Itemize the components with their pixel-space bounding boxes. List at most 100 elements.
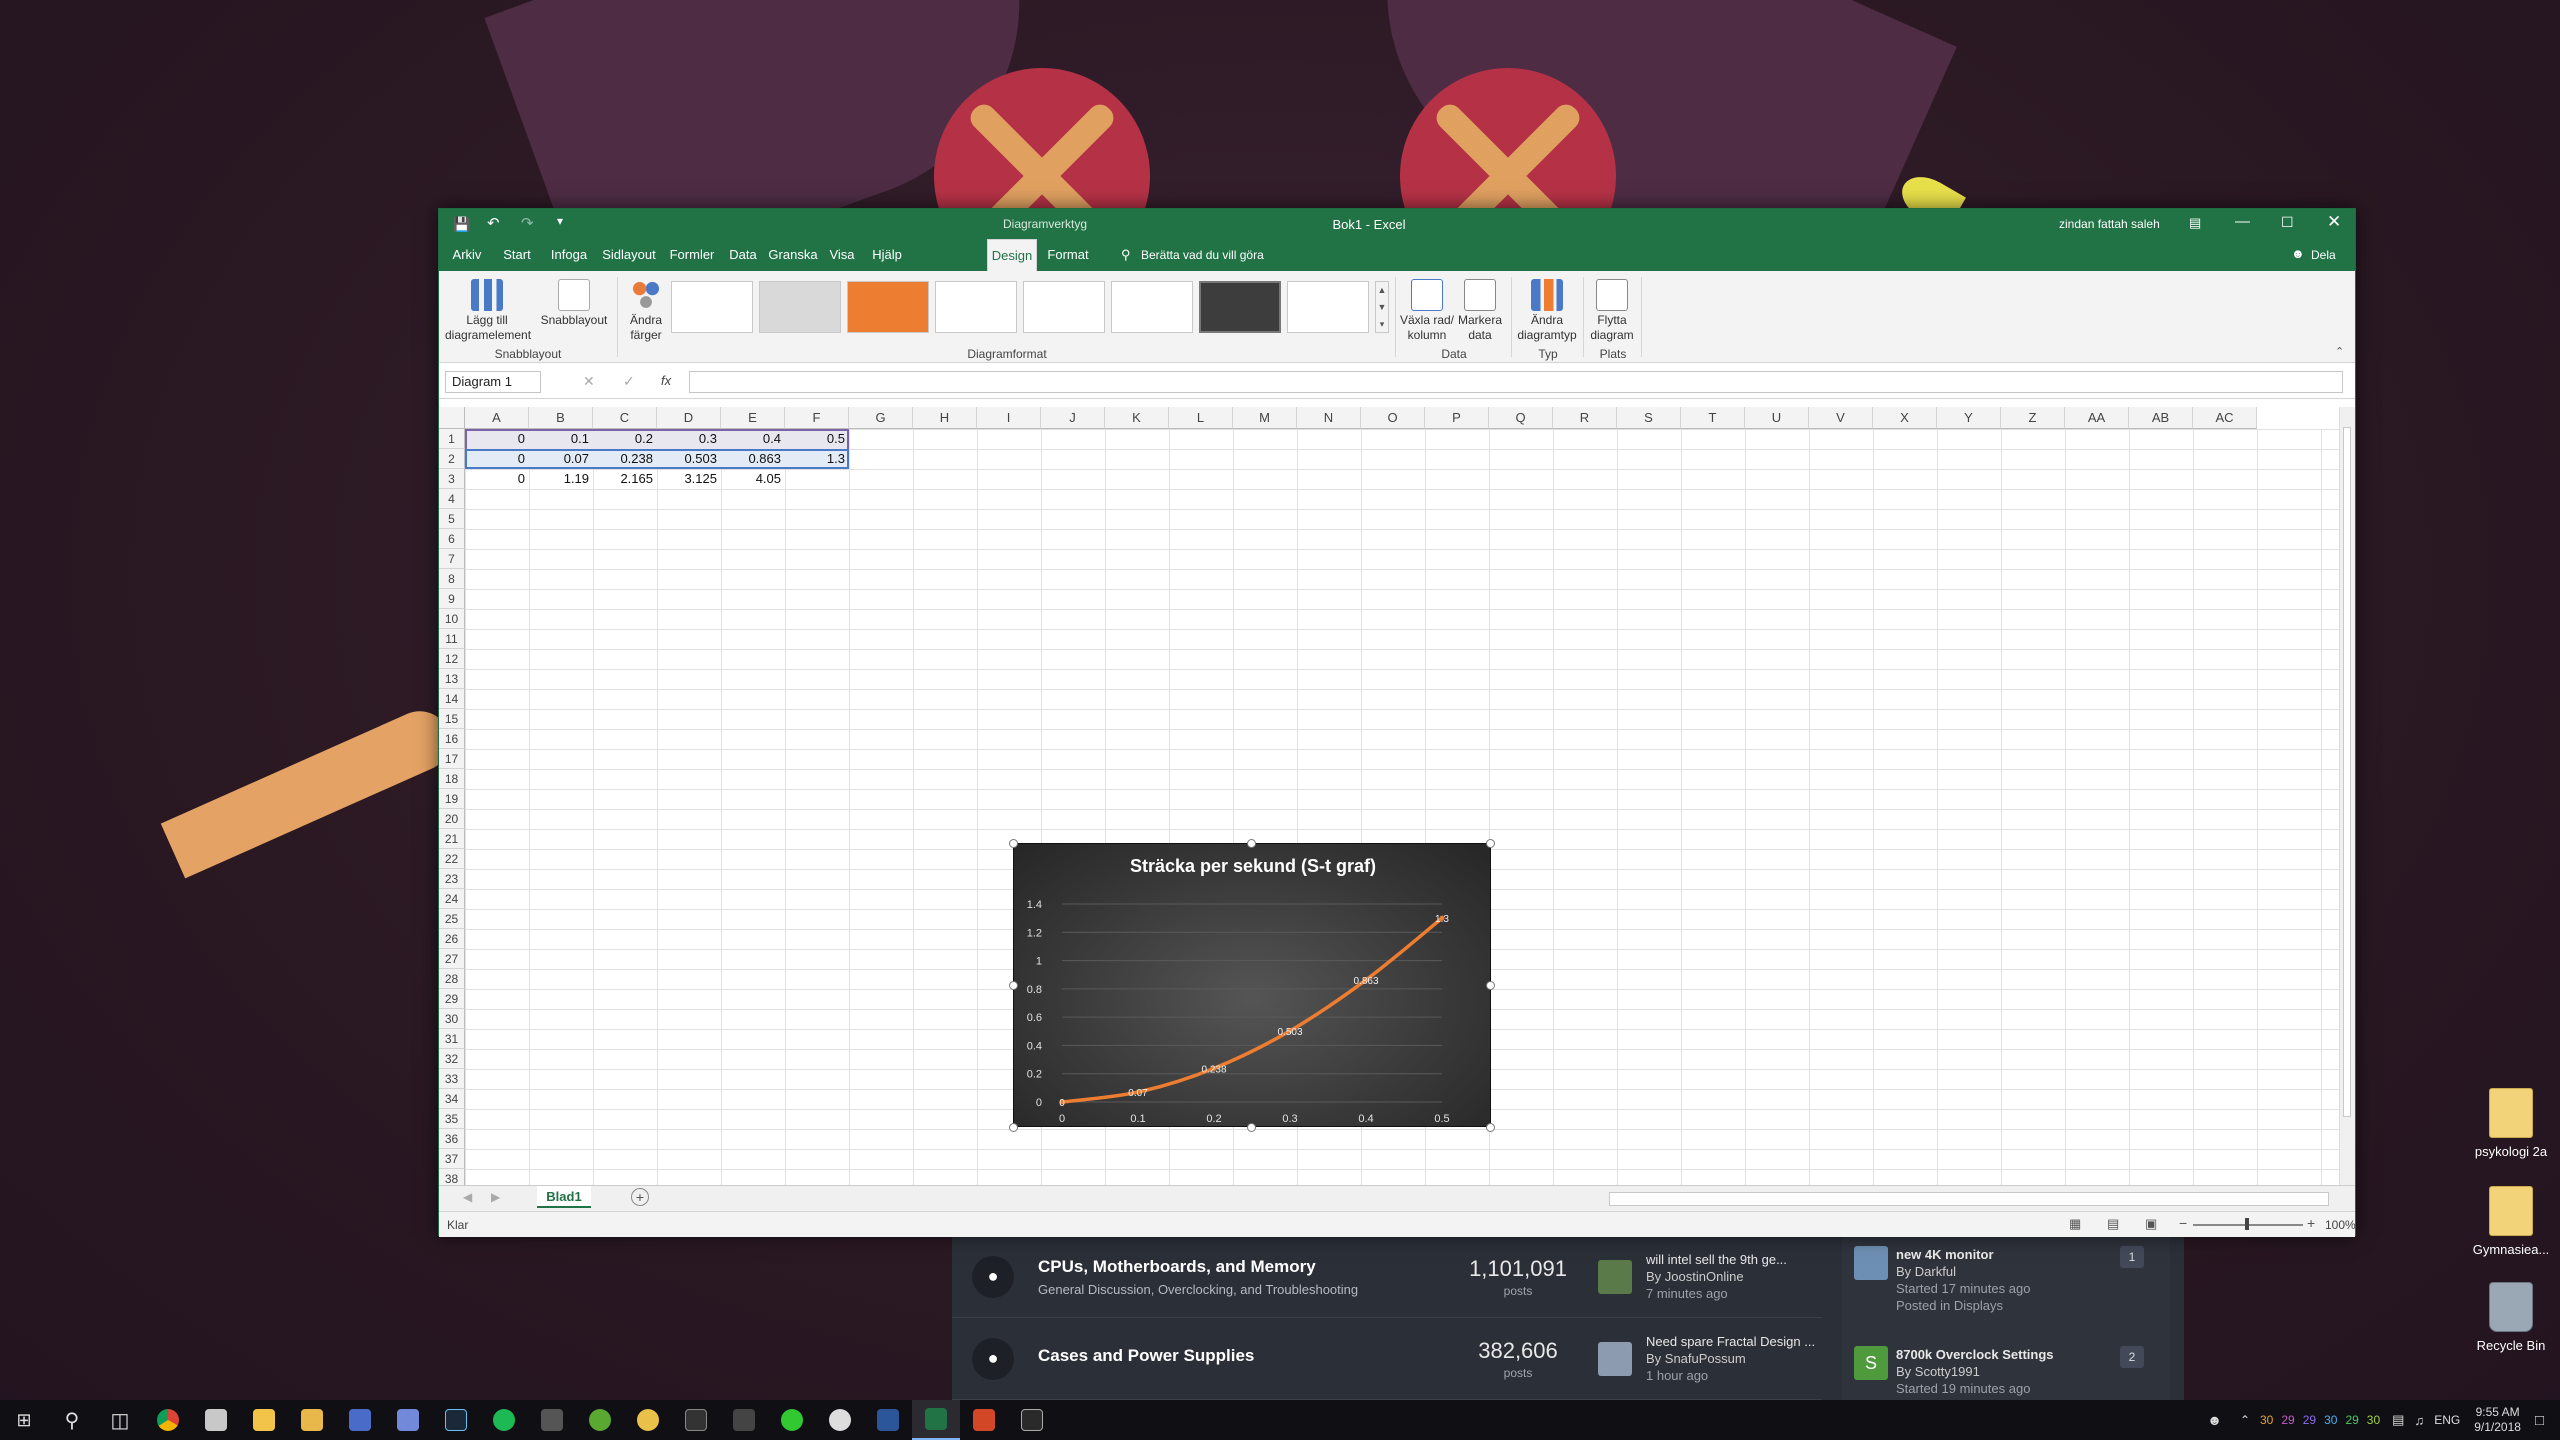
row-header[interactable]: 9 xyxy=(439,589,465,609)
row-header[interactable]: 4 xyxy=(439,489,465,509)
column-header[interactable]: S xyxy=(1617,407,1681,429)
column-header[interactable]: P xyxy=(1425,407,1489,429)
page-break-view-icon[interactable]: ▣ xyxy=(2145,1216,2157,1232)
taskbar-excel[interactable] xyxy=(912,1400,960,1440)
taskbar-app[interactable] xyxy=(816,1400,864,1440)
user-name[interactable]: zindan fattah saleh xyxy=(2059,217,2160,231)
forum-title[interactable]: Cases and Power Supplies xyxy=(1038,1346,1458,1366)
zoom-slider-thumb[interactable] xyxy=(2245,1218,2249,1230)
row-header[interactable]: 8 xyxy=(439,569,465,589)
chart-title[interactable]: Sträcka per sekund (S-t graf) xyxy=(1130,856,1376,876)
zoom-level[interactable]: 100% xyxy=(2325,1218,2356,1232)
search-button[interactable]: ⚲ xyxy=(48,1400,96,1440)
tab-infoga[interactable]: Infoga xyxy=(547,239,591,271)
taskbar-calculator[interactable] xyxy=(528,1400,576,1440)
select-all-corner[interactable] xyxy=(439,407,465,429)
column-header[interactable]: Q xyxy=(1489,407,1553,429)
change-colors-button[interactable]: Ändra färger xyxy=(621,279,671,343)
resize-handle[interactable] xyxy=(1009,1123,1018,1132)
column-header[interactable]: U xyxy=(1745,407,1809,429)
chart-style-1[interactable] xyxy=(671,281,753,333)
taskbar-steam[interactable] xyxy=(432,1400,480,1440)
column-header[interactable]: AC xyxy=(2193,407,2257,429)
share-button[interactable]: Dela xyxy=(2311,248,2336,262)
horizontal-scrollbar[interactable] xyxy=(1609,1192,2329,1206)
taskbar-app[interactable] xyxy=(768,1400,816,1440)
taskbar-chrome[interactable] xyxy=(144,1400,192,1440)
ribbon-display-icon[interactable]: ▤ xyxy=(2189,215,2201,231)
row-header[interactable]: 32 xyxy=(439,1049,465,1069)
worksheet[interactable]: A B C D E F G H I J K L M N O P Q R S T U V X Y Z AA AB AC 12345678… xyxy=(439,407,2339,1185)
column-header[interactable]: C xyxy=(593,407,657,429)
cell[interactable]: 4.05 xyxy=(721,469,785,489)
chart-style-4[interactable] xyxy=(935,281,1017,333)
tray-number[interactable]: 30 xyxy=(2367,1413,2380,1427)
row-header[interactable]: 19 xyxy=(439,789,465,809)
row-header[interactable]: 1 xyxy=(439,429,465,449)
tray-number[interactable]: 29 xyxy=(2345,1413,2358,1427)
start-button[interactable]: ⊞ xyxy=(0,1400,48,1440)
enter-icon[interactable]: ✓ xyxy=(623,373,635,390)
side-topic[interactable]: new 4K monitor By Darkful Started 17 min… xyxy=(1854,1246,2144,1314)
clock[interactable]: 9:55 AM 9/1/2018 xyxy=(2474,1405,2521,1435)
tray-number[interactable]: 30 xyxy=(2260,1413,2273,1427)
name-box[interactable]: Diagram 1 xyxy=(445,371,541,393)
scroll-thumb[interactable] xyxy=(2343,427,2351,1117)
row-header[interactable]: 23 xyxy=(439,869,465,889)
taskbar-app[interactable] xyxy=(624,1400,672,1440)
row-header[interactable]: 33 xyxy=(439,1069,465,1089)
resize-handle[interactable] xyxy=(1486,1123,1495,1132)
maximize-icon[interactable]: ☐ xyxy=(2281,214,2294,231)
column-header[interactable]: T xyxy=(1681,407,1745,429)
chart-style-8[interactable] xyxy=(1287,281,1369,333)
cell[interactable]: 0.5 xyxy=(785,429,849,449)
column-header[interactable]: O xyxy=(1361,407,1425,429)
notifications-icon[interactable]: □ xyxy=(2535,1412,2544,1429)
taskbar-app[interactable] xyxy=(576,1400,624,1440)
cell[interactable]: 0.503 xyxy=(657,449,721,469)
network-icon[interactable]: ▤ xyxy=(2392,1412,2404,1428)
cell[interactable]: 0 xyxy=(465,429,529,449)
save-icon[interactable]: 💾 xyxy=(453,216,470,233)
tab-granska[interactable]: Granska xyxy=(767,239,819,271)
taskbar-app[interactable] xyxy=(1008,1400,1056,1440)
cell[interactable]: 0.238 xyxy=(593,449,657,469)
forum-last-topic[interactable]: will intel sell the 9th ge... By Joostin… xyxy=(1646,1251,1787,1302)
cancel-icon[interactable]: ✕ xyxy=(583,373,595,390)
row-header[interactable]: 31 xyxy=(439,1029,465,1049)
row-header[interactable]: 2 xyxy=(439,449,465,469)
language-indicator[interactable]: ENG xyxy=(2434,1413,2460,1427)
next-sheet-icon[interactable]: ▶ xyxy=(491,1190,500,1204)
taskbar-app[interactable] xyxy=(192,1400,240,1440)
row-header[interactable]: 16 xyxy=(439,729,465,749)
desktop-icon-gymnasie[interactable]: Gymnasiea... xyxy=(2456,1186,2560,1257)
sheet-tab-blad1[interactable]: Blad1 xyxy=(537,1186,591,1208)
cell[interactable]: 0.07 xyxy=(529,449,593,469)
column-header[interactable]: D xyxy=(657,407,721,429)
row-header[interactable]: 20 xyxy=(439,809,465,829)
resize-handle[interactable] xyxy=(1486,981,1495,990)
tab-start[interactable]: Start xyxy=(497,239,537,271)
chart-style-3[interactable] xyxy=(847,281,929,333)
row-header[interactable]: 28 xyxy=(439,969,465,989)
row-header[interactable]: 27 xyxy=(439,949,465,969)
cell[interactable]: 0.4 xyxy=(721,429,785,449)
customize-qat-icon[interactable]: ▾ xyxy=(557,214,563,228)
forum-row[interactable]: ● Cases and Power Supplies 382,606 posts … xyxy=(952,1318,1822,1400)
row-header[interactable]: 34 xyxy=(439,1089,465,1109)
tray-chevron-icon[interactable]: ⌃ xyxy=(2240,1413,2250,1427)
add-chart-element-button[interactable]: Lägg till diagramelement xyxy=(445,279,531,343)
row-header[interactable]: 12 xyxy=(439,649,465,669)
task-view-button[interactable]: ◫ xyxy=(96,1400,144,1440)
row-header[interactable]: 29 xyxy=(439,989,465,1009)
column-header[interactable]: B xyxy=(529,407,593,429)
zoom-in-icon[interactable]: + xyxy=(2307,1215,2315,1231)
taskbar-app[interactable] xyxy=(288,1400,336,1440)
tab-arkiv[interactable]: Arkiv xyxy=(447,239,487,271)
column-header[interactable]: M xyxy=(1233,407,1297,429)
taskbar-discord[interactable] xyxy=(384,1400,432,1440)
row-header[interactable]: 18 xyxy=(439,769,465,789)
vertical-scrollbar[interactable] xyxy=(2339,407,2355,1185)
row-header[interactable]: 25 xyxy=(439,909,465,929)
column-header[interactable]: AA xyxy=(2065,407,2129,429)
